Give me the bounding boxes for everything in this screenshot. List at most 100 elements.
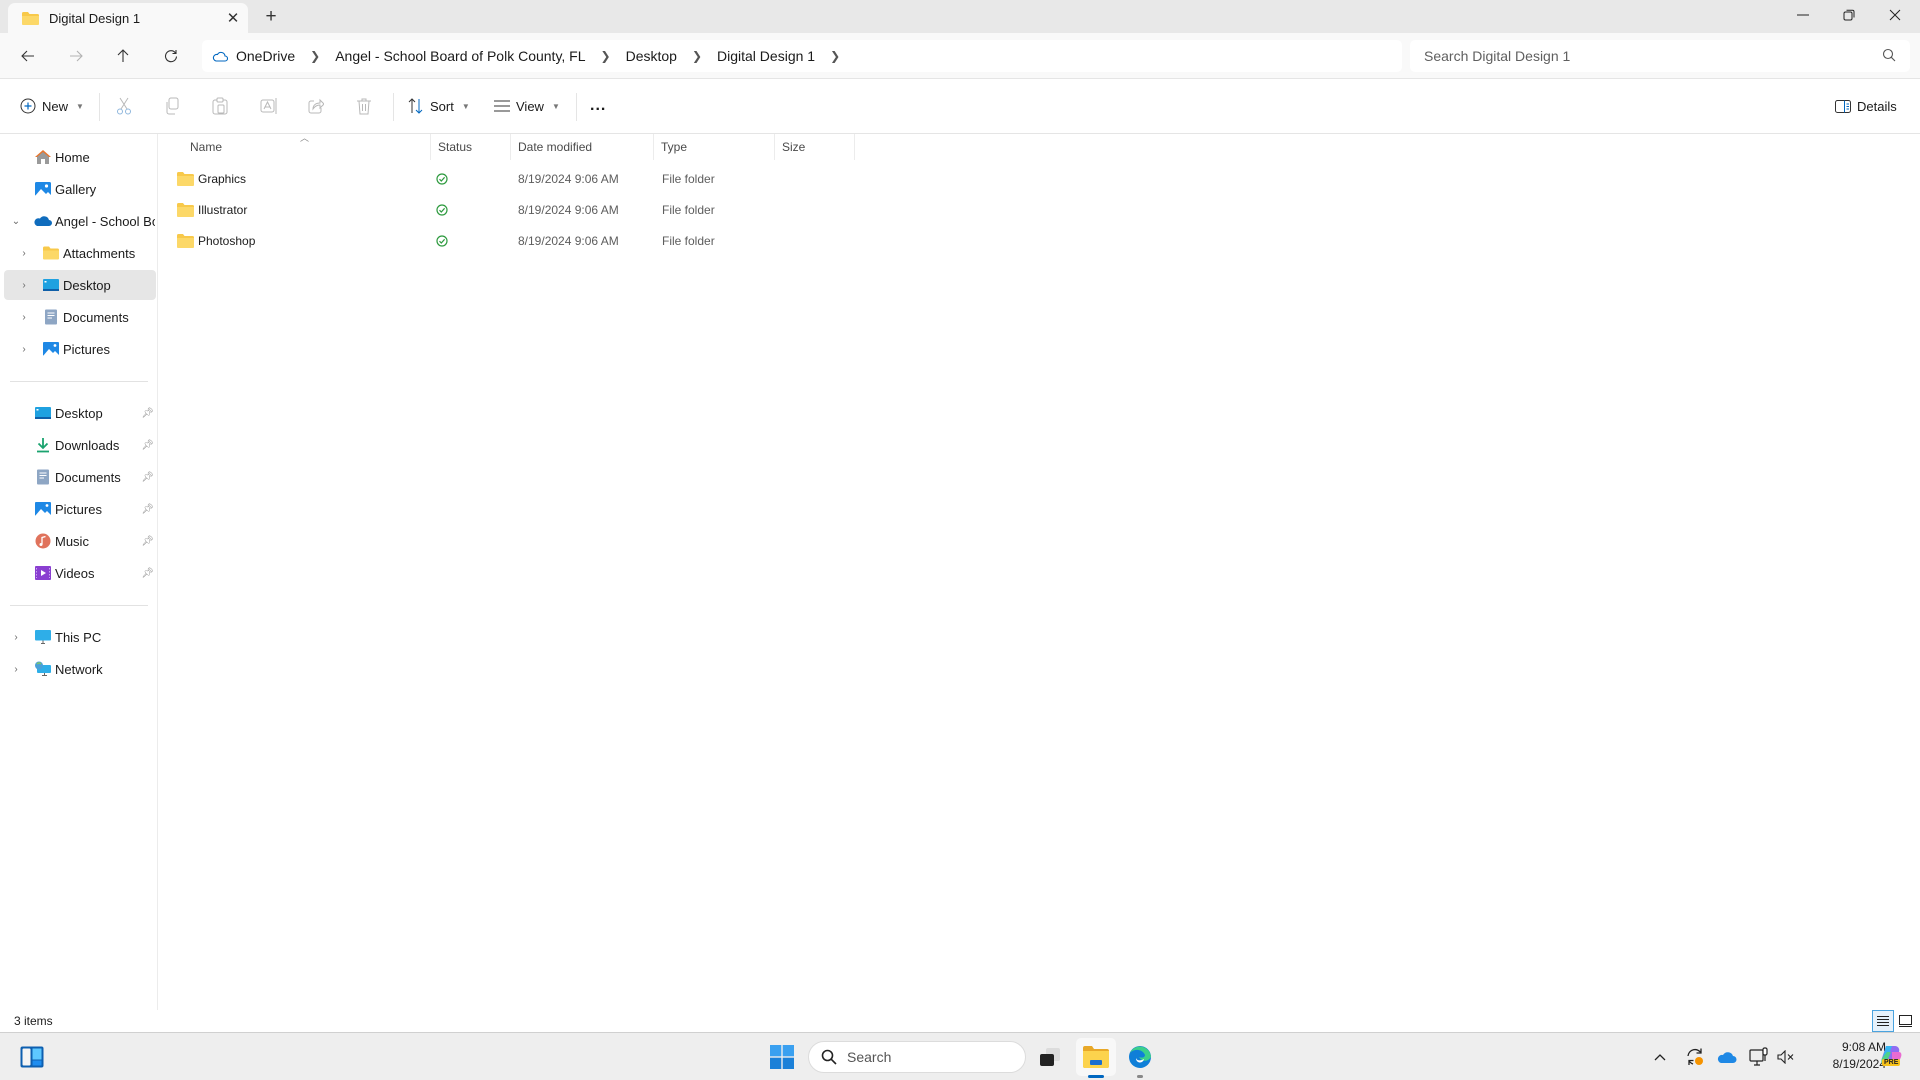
desktop-icon (35, 407, 51, 419)
close-tab-icon[interactable]: ✕ (218, 9, 248, 27)
file-row-graphics[interactable]: Graphics 8/19/2024 9:06 AM File folder (170, 164, 860, 194)
chevron-right-icon[interactable]: › (18, 280, 30, 291)
onedrive-tray-button[interactable] (1714, 1041, 1740, 1073)
rename-button[interactable] (260, 91, 278, 121)
sidebar-item-home[interactable]: Home (4, 142, 156, 172)
divider (10, 605, 148, 606)
ethernet-icon (1749, 1047, 1768, 1066)
column-header-status[interactable]: Status (431, 134, 511, 160)
quick-access-documents[interactable]: Documents 📌︎ (4, 462, 156, 492)
folder-icon (177, 234, 194, 248)
chevron-right-icon[interactable]: › (18, 312, 30, 323)
breadcrumb-desktop[interactable]: Desktop (620, 48, 683, 64)
network-tray-button[interactable] (1746, 1041, 1772, 1073)
details-view-toggle[interactable] (1872, 1010, 1894, 1032)
cut-button[interactable] (116, 91, 132, 121)
sidebar-item-desktop[interactable]: › Desktop (4, 270, 156, 300)
restore-button[interactable] (1826, 0, 1872, 30)
divider (10, 381, 148, 382)
up-button[interactable] (107, 41, 139, 71)
tiles-view-toggle[interactable] (1894, 1010, 1916, 1032)
breadcrumb-angel-school-board[interactable]: Angel - School Board of Polk County, FL (329, 48, 591, 64)
widgets-button[interactable] (14, 1038, 50, 1076)
clock-button[interactable]: 9:08 AM 8/19/2024 (1790, 1039, 1886, 1073)
taskbar-edge[interactable] (1120, 1038, 1160, 1078)
copilot-button[interactable]: PRE (1874, 1041, 1908, 1073)
breadcrumb-onedrive[interactable]: OneDrive (230, 48, 301, 64)
chevron-right-icon[interactable]: ❯ (301, 49, 329, 63)
quick-access-downloads[interactable]: Downloads 📌︎ (4, 430, 156, 460)
back-button[interactable] (12, 41, 44, 71)
file-row-illustrator[interactable]: Illustrator 8/19/2024 9:06 AM File folde… (170, 195, 860, 225)
search-input[interactable]: Search Digital Design 1 (1410, 40, 1910, 72)
sync-tray-button[interactable] (1682, 1041, 1708, 1073)
arrow-right-icon (70, 50, 83, 62)
details-button[interactable]: Details (1835, 91, 1897, 121)
start-button[interactable] (762, 1038, 802, 1076)
minimize-button[interactable] (1780, 0, 1826, 30)
sidebar-item-attachments[interactable]: › Attachments (4, 238, 156, 268)
breadcrumb-digital-design-1[interactable]: Digital Design 1 (711, 48, 821, 64)
new-button[interactable]: New ▼ (20, 91, 84, 121)
close-window-button[interactable] (1872, 0, 1918, 30)
sidebar-label: Attachments (63, 245, 136, 261)
file-name: Graphics (198, 172, 247, 186)
pin-icon[interactable]: 📌︎ (141, 472, 154, 483)
chevron-right-icon[interactable]: › (18, 344, 30, 355)
search-placeholder: Search Digital Design 1 (1424, 48, 1571, 64)
sidebar-item-gallery[interactable]: Gallery (4, 174, 156, 204)
paste-button[interactable] (212, 91, 228, 121)
quick-access-desktop[interactable]: Desktop 📌︎ (4, 398, 156, 428)
tab-digital-design-1[interactable]: Digital Design 1 ✕ (8, 3, 248, 33)
folder-icon (43, 246, 59, 260)
delete-button[interactable] (356, 91, 372, 121)
pin-icon[interactable]: 📌︎ (141, 440, 154, 451)
column-header-date-modified[interactable]: Date modified (511, 134, 654, 160)
new-tab-button[interactable]: + (258, 5, 284, 31)
sidebar-item-onedrive-angel[interactable]: ⌄ Angel - School Boa (4, 206, 156, 236)
chevron-right-icon[interactable]: › (18, 248, 30, 259)
quick-access-pictures[interactable]: Pictures 📌︎ (4, 494, 156, 524)
column-label: Date modified (518, 140, 593, 154)
column-header-type[interactable]: Type (654, 134, 775, 160)
refresh-button[interactable] (155, 41, 187, 71)
more-options-button[interactable]: ... (590, 91, 606, 121)
pin-icon[interactable]: 📌︎ (141, 408, 154, 419)
view-button[interactable]: View ▼ (494, 91, 560, 121)
running-indicator (1137, 1075, 1143, 1078)
show-hidden-icons-button[interactable] (1648, 1041, 1672, 1073)
chevron-right-icon[interactable]: ❯ (683, 49, 711, 63)
pin-icon[interactable]: 📌︎ (141, 568, 154, 579)
file-row-photoshop[interactable]: Photoshop 8/19/2024 9:06 AM File folder (170, 226, 860, 256)
column-header-size[interactable]: Size (775, 134, 855, 160)
command-bar: New ▼ Sort ▼ View ▼ ... Details (0, 79, 1920, 134)
search-icon[interactable] (1882, 48, 1896, 62)
forward-button[interactable] (60, 41, 92, 71)
chevron-right-icon[interactable]: › (10, 664, 22, 675)
chevron-down-icon[interactable]: ⌄ (10, 216, 22, 227)
pin-icon[interactable]: 📌︎ (141, 504, 154, 515)
share-button[interactable] (308, 91, 324, 121)
sort-button[interactable]: Sort ▼ (408, 91, 470, 121)
network-icon (35, 661, 51, 676)
sidebar-item-this-pc[interactable]: › This PC (4, 622, 156, 652)
copy-button[interactable] (164, 91, 180, 121)
quick-access-music[interactable]: Music 📌︎ (4, 526, 156, 556)
sidebar-label: Home (55, 149, 90, 165)
taskbar-search[interactable]: Search (808, 1041, 1026, 1073)
quick-access-videos[interactable]: Videos 📌︎ (4, 558, 156, 588)
taskbar-file-explorer[interactable] (1076, 1038, 1116, 1078)
chevron-right-icon[interactable]: ❯ (592, 49, 620, 63)
sidebar-item-pictures[interactable]: › Pictures (4, 334, 156, 364)
divider (576, 93, 577, 121)
column-header-name[interactable]: Name (170, 134, 431, 160)
chevron-right-icon[interactable]: › (10, 632, 22, 643)
address-bar[interactable]: OneDrive ❯ Angel - School Board of Polk … (202, 40, 1402, 72)
pin-icon[interactable]: 📌︎ (141, 536, 154, 547)
task-view-button[interactable] (1032, 1038, 1068, 1076)
chevron-down-icon: ▼ (461, 101, 470, 111)
chevron-right-icon[interactable]: ❯ (821, 49, 849, 63)
sidebar-item-documents[interactable]: › Documents (4, 302, 156, 332)
refresh-icon (164, 50, 178, 63)
sidebar-item-network[interactable]: › Network (4, 654, 156, 684)
